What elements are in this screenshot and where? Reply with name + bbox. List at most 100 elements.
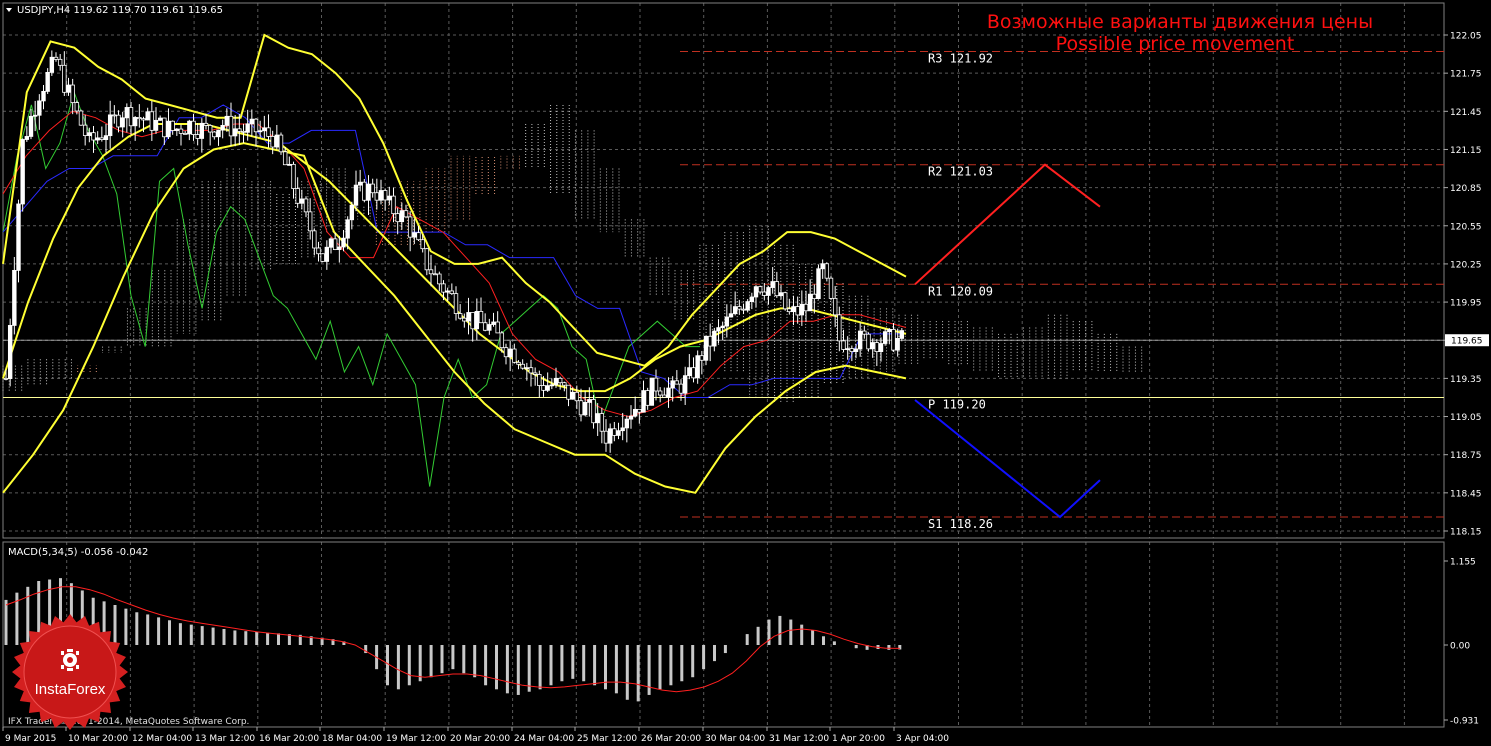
bear-candle <box>499 332 505 349</box>
bear-candle <box>162 117 167 138</box>
bull-candle <box>132 117 138 127</box>
bear-candle <box>837 314 842 342</box>
y-tick-label: 121.45 <box>1450 108 1482 118</box>
bear-candle <box>795 306 800 316</box>
bear-candle <box>137 117 142 120</box>
bear-candle <box>557 377 563 384</box>
bear-candle <box>320 253 325 262</box>
bear-candle <box>657 390 663 396</box>
chart-menu-triangle-icon[interactable] <box>6 8 12 12</box>
bear-candle <box>241 130 246 133</box>
bear-candle <box>291 163 296 189</box>
bear-candle <box>332 238 338 250</box>
bull-candle <box>716 327 721 332</box>
bull-candle <box>895 338 900 351</box>
bear-candle <box>449 290 455 295</box>
bull-candle <box>366 183 371 201</box>
bull-candle <box>703 335 709 361</box>
bull-candle <box>224 115 230 126</box>
bear-candle <box>512 348 517 363</box>
bull-candle <box>257 130 263 133</box>
x-tick-label: 25 Mar 12:00 <box>577 734 637 744</box>
main-panel-frame <box>2 2 1445 539</box>
bear-candle <box>295 188 300 204</box>
bull-candle <box>524 367 530 370</box>
x-tick-label: 18 Mar 04:00 <box>322 734 382 744</box>
macd-signal-line <box>5 586 900 693</box>
bull-candle <box>249 118 255 125</box>
bull-candle <box>378 190 384 201</box>
level-label-R3: R3 121.92 <box>928 52 993 66</box>
bear-candle <box>178 128 184 134</box>
bear-candle <box>207 125 213 133</box>
bull-candle <box>770 281 775 288</box>
bear-candle <box>149 111 155 131</box>
bull-candle <box>232 128 238 137</box>
bull-candle <box>287 163 292 166</box>
bear-candle <box>762 291 767 296</box>
bear-candle <box>528 367 534 374</box>
bull-candle <box>649 377 655 406</box>
bear-candle <box>803 303 809 312</box>
bull-candle <box>262 127 267 132</box>
bull-candle <box>12 269 17 326</box>
bull-candle <box>666 387 671 398</box>
bull-candle <box>720 325 725 329</box>
bull-candle <box>491 321 496 325</box>
bear-candle <box>645 390 650 406</box>
annotation-en: Possible price movement <box>1056 33 1295 55</box>
bear-candle <box>307 211 313 232</box>
bear-candle <box>741 308 746 311</box>
y-tick-label: 119.35 <box>1450 375 1482 385</box>
bear-candle <box>182 132 188 135</box>
bull-candle <box>745 301 750 311</box>
bear-candle <box>253 118 259 133</box>
bear-candle <box>195 134 200 139</box>
bull-candle <box>695 355 700 379</box>
x-tick-label: 20 Mar 20:00 <box>450 734 510 744</box>
bear-candle <box>278 134 284 153</box>
bull-candle <box>728 313 734 318</box>
bull-candle <box>553 377 559 386</box>
bear-candle <box>437 273 442 285</box>
x-tick-label: 10 Mar 20:00 <box>68 734 128 744</box>
bull-candle <box>45 71 50 92</box>
bear-candle <box>316 247 321 255</box>
bull-candle <box>174 128 180 131</box>
bull-candle <box>41 90 46 102</box>
bear-candle <box>866 333 871 350</box>
bear-candle <box>312 230 317 249</box>
bear-candle <box>787 308 792 313</box>
bear-candle <box>416 232 421 241</box>
bear-candle <box>470 312 475 330</box>
bull-candle <box>37 100 42 116</box>
y-tick-label: 118.75 <box>1450 451 1482 461</box>
bear-candle <box>562 382 567 386</box>
macd-panel-frame <box>2 541 1445 728</box>
bear-candle <box>212 131 217 138</box>
bear-candle <box>774 281 780 297</box>
bull-candle <box>7 325 13 380</box>
indicators <box>2 33 907 494</box>
bear-candle <box>737 306 742 310</box>
bear-candle <box>612 428 617 436</box>
bear-candle <box>457 313 463 319</box>
bull-candle <box>724 316 730 327</box>
bull-candle <box>587 399 592 403</box>
bear-candle <box>503 347 509 358</box>
bull-candle <box>753 286 759 298</box>
bull-candle <box>632 408 638 417</box>
bear-candle <box>128 107 134 127</box>
bear-candle <box>3 377 9 380</box>
bull-candle <box>687 367 692 377</box>
bear-candle <box>674 380 680 385</box>
x-tick-label: 19 Mar 12:00 <box>386 734 446 744</box>
bear-candle <box>403 210 409 218</box>
bull-candle <box>337 246 342 250</box>
bear-candle <box>578 400 584 416</box>
bull-candle <box>845 348 850 351</box>
bull-candle <box>670 380 675 389</box>
x-tick-label: 9 Mar 2015 <box>5 734 56 744</box>
bull-candle <box>857 330 863 350</box>
bear-candle <box>141 118 146 121</box>
